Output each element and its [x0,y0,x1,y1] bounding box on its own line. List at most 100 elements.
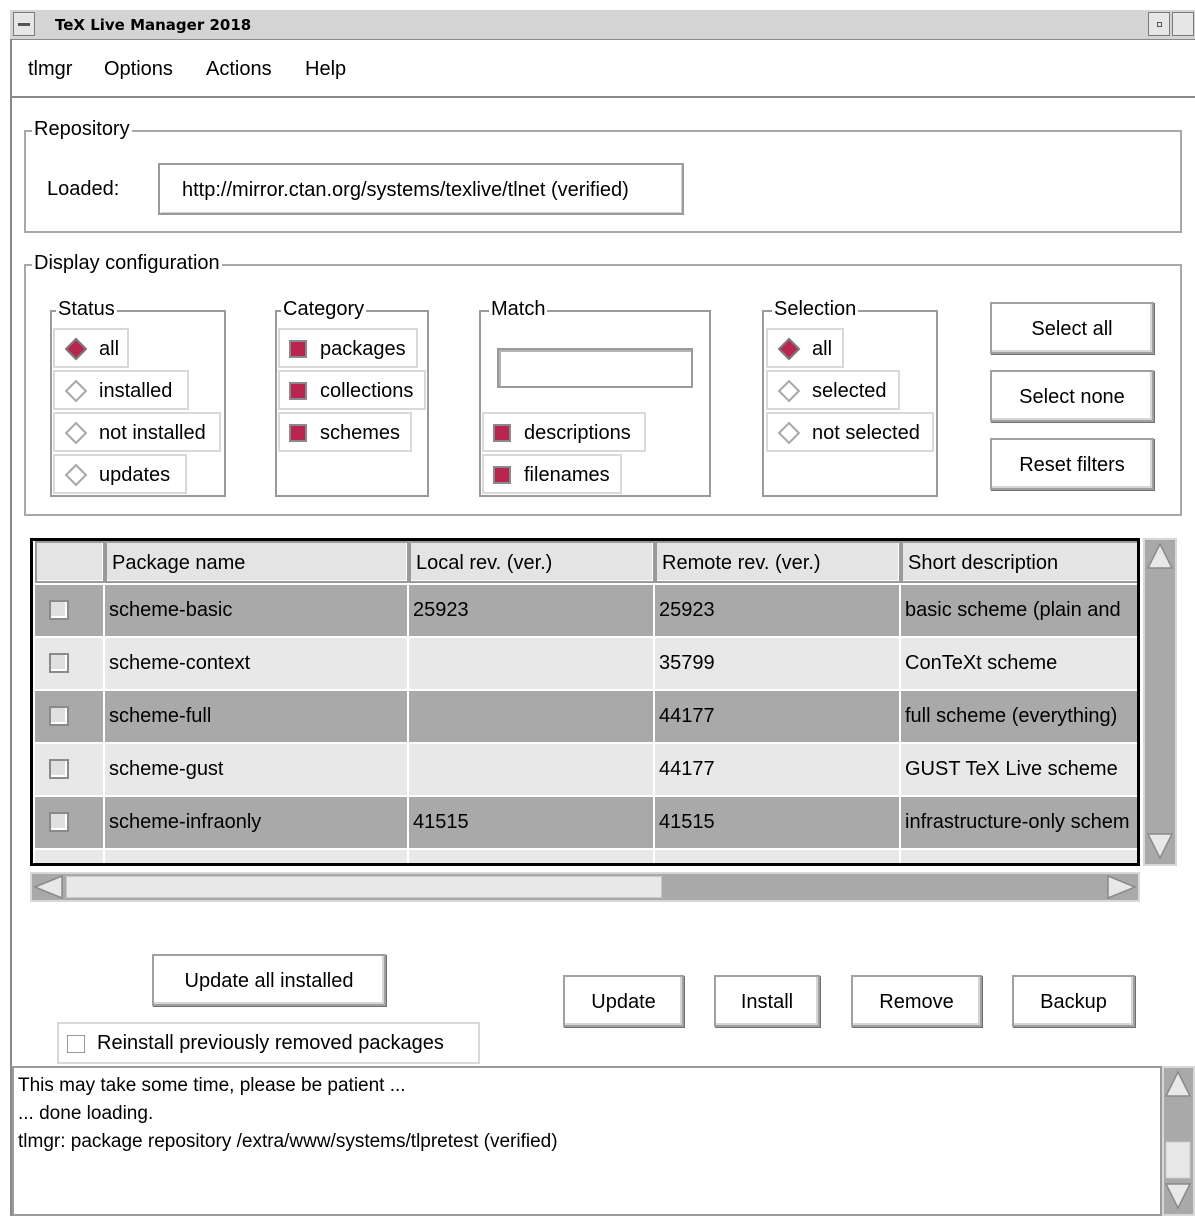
category-packages-checkbox[interactable]: packages [278,328,418,368]
radio-icon [777,421,801,445]
scroll-down-arrow-icon [1164,1183,1192,1210]
category-legend: Category [281,298,367,321]
remote-rev-cell: 41515 [655,797,899,848]
log-text-area[interactable]: This may take some time, please be patie… [12,1066,1162,1216]
log-line: tlmgr: package repository /extra/www/sys… [18,1131,558,1152]
menu-options[interactable]: Options [104,58,173,81]
checkbox-checked-icon [493,424,511,442]
match-filenames-checkbox[interactable]: filenames [482,454,622,494]
reinstall-checkbox[interactable]: Reinstall previously removed packages [57,1022,480,1064]
local-rev-cell [409,744,653,795]
select-all-button[interactable]: Select all [990,302,1154,354]
radio-icon [64,463,88,487]
scroll-up-arrow-icon [1146,542,1174,569]
row-checkbox[interactable] [49,600,69,620]
header-local-rev[interactable]: Local rev. (ver.) [409,541,655,583]
selection-all-label: all [812,338,833,360]
match-filenames-label: filenames [524,464,610,486]
description-cell: basic scheme (plain and [901,585,1137,636]
radio-icon [777,379,801,403]
description-cell: infrastructure-only schem [901,797,1137,848]
selection-selected-label: selected [812,380,887,402]
reinstall-label: Reinstall previously removed packages [97,1032,444,1054]
display-config-legend: Display configuration [32,252,222,275]
window-title: TeX Live Manager 2018 [55,16,252,34]
repository-url-button[interactable]: http://mirror.ctan.org/systems/texlive/t… [158,163,684,215]
title-bar[interactable]: TeX Live Manager 2018 [10,10,1195,40]
package-name-cell: scheme-context [105,638,407,689]
status-updates-radio[interactable]: updates [53,454,187,494]
selection-not-selected-radio[interactable]: not selected [766,412,934,452]
header-short-description[interactable]: Short description [901,541,1137,583]
status-not-installed-label: not installed [99,422,206,444]
status-installed-label: installed [99,380,173,402]
log-vertical-scrollbar[interactable] [1162,1066,1195,1216]
checkbox-checked-icon [289,424,307,442]
status-not-installed-radio[interactable]: not installed [53,412,221,452]
scroll-thumb[interactable] [66,876,662,898]
update-all-installed-button[interactable]: Update all installed [152,954,386,1006]
header-package-name[interactable]: Package name [105,541,409,583]
remove-button[interactable]: Remove [851,975,982,1027]
row-checkbox[interactable] [49,653,69,673]
menu-bar: tlmgr Options Actions Help [12,42,1195,98]
select-none-button[interactable]: Select none [990,370,1154,422]
local-rev-cell [409,638,653,689]
match-legend: Match [489,298,548,321]
match-search-input[interactable] [497,348,693,388]
row-checkbox[interactable] [49,759,69,779]
package-name-cell: scheme-gust [105,744,407,795]
minimize-icon[interactable] [1148,12,1170,36]
radio-selected-icon [64,337,88,361]
checkbox-unchecked-icon [67,1035,85,1053]
menu-help[interactable]: Help [305,58,346,81]
selection-legend: Selection [772,298,859,321]
reset-filters-button[interactable]: Reset filters [990,438,1154,490]
checkbox-checked-icon [493,466,511,484]
backup-button[interactable]: Backup [1012,975,1135,1027]
package-table: Package name Local rev. (ver.) Remote re… [30,538,1140,866]
local-rev-cell: 25923 [409,585,653,636]
status-all-radio[interactable]: all [53,328,129,368]
maximize-icon[interactable] [1172,12,1194,36]
selection-not-selected-label: not selected [812,422,920,444]
package-name-cell: scheme-full [105,691,407,742]
remote-rev-cell: 25923 [655,585,899,636]
row-checkbox[interactable] [49,812,69,832]
selection-selected-radio[interactable]: selected [766,370,900,410]
category-collections-label: collections [320,380,414,402]
remote-rev-cell: 35799 [655,638,899,689]
status-legend: Status [56,298,117,321]
radio-selected-icon [777,337,801,361]
checkbox-checked-icon [289,340,307,358]
header-remote-rev[interactable]: Remote rev. (ver.) [655,541,901,583]
table-horizontal-scrollbar[interactable] [30,872,1140,902]
menu-tlmgr[interactable]: tlmgr [28,58,72,81]
local-rev-cell [409,691,653,742]
radio-icon [64,421,88,445]
description-cell: GUST TeX Live scheme [901,744,1137,795]
match-descriptions-label: descriptions [524,422,631,444]
category-collections-checkbox[interactable]: collections [278,370,426,410]
match-descriptions-checkbox[interactable]: descriptions [482,412,646,452]
table-vertical-scrollbar[interactable] [1143,538,1177,866]
description-cell: full scheme (everything) [901,691,1137,742]
log-line: This may take some time, please be patie… [18,1075,406,1096]
loaded-label: Loaded: [47,178,120,200]
category-packages-label: packages [320,338,406,360]
checkbox-checked-icon [289,382,307,400]
package-name-cell: scheme-basic [105,585,407,636]
header-checkbox-column[interactable] [35,541,105,583]
category-schemes-checkbox[interactable]: schemes [278,412,412,452]
menu-actions[interactable]: Actions [206,58,272,81]
install-button[interactable]: Install [714,975,820,1027]
log-line: ... done loading. [18,1103,154,1124]
scroll-thumb [1146,571,1174,833]
selection-all-radio[interactable]: all [766,328,844,368]
scroll-up-arrow-icon [1164,1070,1192,1097]
row-checkbox[interactable] [49,706,69,726]
repository-legend: Repository [32,118,132,141]
window-menu-icon[interactable] [13,12,35,36]
update-button[interactable]: Update [563,975,684,1027]
status-installed-radio[interactable]: installed [53,370,189,410]
